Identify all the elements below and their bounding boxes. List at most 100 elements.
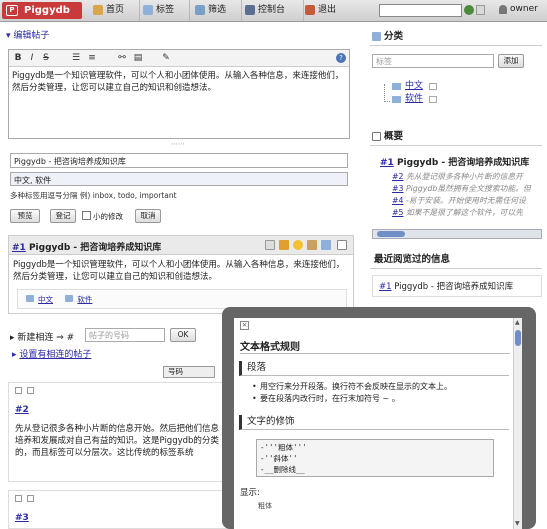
relation-number-input[interactable]: 帖子的号码: [85, 328, 165, 342]
set-related-link[interactable]: 设置有相连的帖子: [19, 350, 91, 360]
document-icon[interactable]: [265, 240, 275, 250]
tag-icon: [372, 32, 381, 41]
new-relation-label: 新建相连: [17, 333, 54, 343]
select-checkbox[interactable]: [27, 387, 34, 394]
search-options-icon[interactable]: [476, 5, 485, 15]
summary-item: #4 -易于安装。开始使用时无需任何设: [392, 195, 542, 207]
add-category-button[interactable]: 添加: [498, 54, 524, 68]
fragment-card-3: #3: [8, 490, 230, 529]
control-panel-icon: [245, 5, 255, 15]
help-icon[interactable]: ?: [336, 53, 346, 63]
home-icon[interactable]: [307, 240, 317, 250]
minor-change-checkbox[interactable]: [82, 211, 91, 220]
category-link[interactable]: 中文: [405, 81, 423, 91]
preview-button[interactable]: 预览: [10, 209, 40, 223]
app-logo[interactable]: P Piggydb: [2, 2, 82, 19]
user-name: owner: [510, 4, 538, 14]
scroll-up-icon[interactable]: ▲: [515, 320, 521, 326]
summary-item-text: -易于安装。开始使用时无需任何设: [405, 196, 526, 205]
format-rules-icon[interactable]: ✎: [161, 53, 171, 63]
summary-scrollbar[interactable]: [372, 229, 542, 239]
tag-software[interactable]: 软件: [65, 294, 92, 305]
bold-icon[interactable]: B: [13, 53, 23, 63]
strikethrough-icon[interactable]: S: [41, 53, 51, 63]
summary-item: #3 Piggydb虽然拥有全文搜索功能。但: [392, 183, 542, 195]
format-rules-dialog: × 文本格式规则 段落 用空行来分开段落。换行符不会反映在显示的文本上。 要在段…: [234, 318, 522, 529]
content-textarea[interactable]: Piggydb是一个知识管理软件，可以个人和小团体使用。从输入各种信息，来连接他…: [9, 67, 349, 97]
close-icon[interactable]: ×: [240, 321, 249, 330]
cancel-button[interactable]: 取消: [135, 209, 161, 223]
nav-filter-label: 筛选: [208, 5, 227, 15]
remove-category-icon[interactable]: [429, 96, 438, 103]
fragment-tags: 中文 软件: [17, 289, 347, 309]
summary-item-link[interactable]: #4: [392, 196, 404, 205]
rule-item: 用空行来分开段落。换行符不会反映在显示的文本上。: [252, 381, 452, 393]
recent-number-link[interactable]: #1: [379, 282, 392, 292]
tag-chinese[interactable]: 中文: [26, 294, 53, 305]
fragment-editor: B I S ☰ ≡ ⚯ ▤ ✎ ? Piggydb是一个知识管理软件，可以个人和…: [8, 49, 350, 139]
resize-grip-icon[interactable]: ⋯⋯: [171, 140, 185, 148]
minor-change-label: 小的修改: [93, 212, 123, 221]
search-input[interactable]: [379, 4, 462, 17]
recent-list: #1 Piggydb - 把咨询培养成知识库: [372, 275, 542, 297]
recent-title: 最近阅览过的信息: [374, 254, 451, 265]
fragment-title: #1 Piggydb - 把咨询培养成知识库: [12, 240, 161, 253]
category-item-software: 软件: [380, 93, 438, 106]
numbered-list-icon[interactable]: ≡: [87, 53, 97, 63]
search-go-icon[interactable]: [464, 5, 474, 15]
divider: [240, 353, 510, 354]
user-menu[interactable]: owner: [499, 4, 538, 14]
ok-button[interactable]: OK: [170, 328, 196, 342]
scroll-thumb[interactable]: [377, 231, 405, 237]
fragment-body: Piggydb是一个知识管理软件，可以个人和小团体使用。从输入各种信息，来连接他…: [13, 260, 345, 282]
summary-number-link[interactable]: #1: [380, 158, 394, 168]
edit-fragment-toggle[interactable]: ▾ 编辑帖子: [6, 28, 49, 41]
sort-value: 号码: [168, 367, 183, 376]
scroll-thumb[interactable]: [515, 330, 521, 346]
tag-icon: [143, 5, 153, 15]
select-checkbox[interactable]: [27, 495, 34, 502]
summary-item-link[interactable]: #3: [392, 184, 404, 193]
nav-logout[interactable]: 退出: [304, 0, 350, 21]
select-checkbox[interactable]: [15, 495, 22, 502]
link-icon[interactable]: ⚯: [117, 53, 127, 63]
bulleted-list-icon[interactable]: ☰: [71, 53, 81, 63]
summary-item-link[interactable]: #5: [392, 208, 404, 217]
paragraph-rules: 用空行来分开段落。换行符不会反映在显示的文本上。 要在段落内改行时，在行末加符号…: [252, 381, 452, 405]
category-input[interactable]: 标签: [372, 54, 494, 68]
delete-icon[interactable]: [337, 240, 347, 250]
summary-item-link[interactable]: #2: [392, 172, 404, 181]
nav-tags[interactable]: 标签: [142, 0, 190, 21]
new-relation-toggle[interactable]: ▸ 新建相连 ⇒ #: [10, 330, 74, 343]
embed-icon[interactable]: ▤: [133, 53, 143, 63]
title-field[interactable]: Piggydb - 把咨询培养成知识库: [10, 153, 348, 168]
recent-header: 最近阅览过的信息: [370, 251, 542, 269]
star-icon[interactable]: [293, 240, 303, 250]
nav-home[interactable]: 首页: [92, 0, 140, 21]
tags-field[interactable]: 中文, 软件: [10, 172, 348, 186]
nav-control-panel[interactable]: 控制台: [244, 0, 304, 21]
edit-icon[interactable]: [279, 240, 289, 250]
fragment-number-link[interactable]: #3: [15, 513, 29, 523]
select-checkbox[interactable]: [15, 387, 22, 394]
category-link[interactable]: 软件: [405, 94, 423, 104]
fragment-card-2: #2 先从登记很多各种小片断的信息开始。然后把他们信息培养和发展成对自己有益的知…: [8, 382, 230, 482]
sort-select[interactable]: 号码: [163, 366, 215, 378]
set-related-toggle[interactable]: ▸ 设置有相连的帖子: [12, 347, 91, 360]
register-button[interactable]: 登记: [50, 209, 76, 223]
logo-icon: P: [6, 5, 18, 16]
summary-title: 概要: [384, 131, 404, 142]
nav-filter[interactable]: 筛选: [194, 0, 242, 21]
code-line: -__删除线__: [260, 465, 306, 474]
remove-category-icon[interactable]: [429, 83, 438, 90]
tag-icon[interactable]: [321, 240, 331, 250]
fragment-number-link[interactable]: #2: [15, 405, 29, 415]
dialog-scrollbar[interactable]: ▲ ▼: [513, 318, 522, 529]
fragment-number-link[interactable]: #1: [12, 243, 26, 253]
italic-icon[interactable]: I: [27, 53, 37, 63]
scroll-down-icon[interactable]: ▼: [515, 521, 521, 527]
nav-home-label: 首页: [106, 5, 125, 15]
summary-item-text: Piggydb虽然拥有全文搜索功能。但: [405, 184, 531, 193]
code-example: -'''粗体''' -''斜体'' -__删除线__: [256, 439, 494, 477]
categories-header: 分类: [370, 28, 542, 46]
